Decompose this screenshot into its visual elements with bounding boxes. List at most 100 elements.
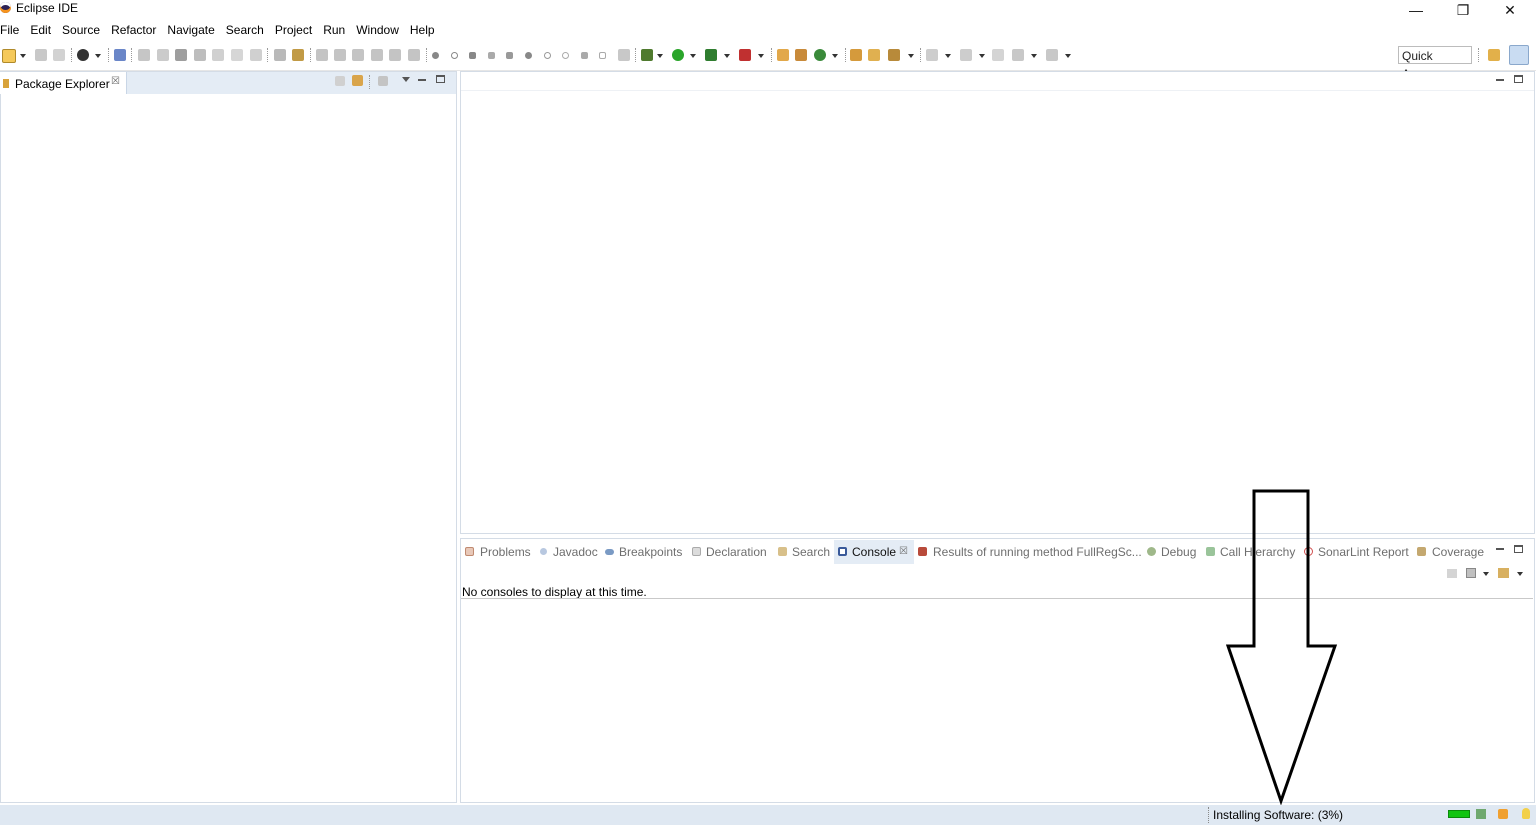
open-task-icon[interactable] [868, 49, 880, 61]
menu-project[interactable]: Project [275, 21, 312, 40]
tab-coverage[interactable]: Coverage [1432, 545, 1484, 559]
progress-view-icon[interactable] [1476, 809, 1486, 819]
menu-file[interactable]: File [0, 21, 19, 40]
drop-to-frame-icon[interactable] [274, 49, 286, 61]
run-icon[interactable] [672, 49, 684, 61]
menu-refactor[interactable]: Refactor [111, 21, 156, 40]
toolbar-tool-icon[interactable] [451, 52, 458, 59]
save-all-icon[interactable] [53, 49, 65, 61]
chevron-down-icon[interactable] [945, 54, 951, 58]
step-into-icon[interactable] [212, 49, 224, 61]
display-selected-console-icon[interactable] [1466, 568, 1476, 578]
toolbar-tool-icon[interactable] [506, 52, 513, 59]
toolbar-tool-icon[interactable] [488, 52, 495, 59]
focus-on-task-icon[interactable] [378, 76, 388, 86]
chevron-down-icon[interactable] [979, 54, 985, 58]
maximize-view-icon[interactable] [436, 75, 445, 83]
tab-debug[interactable]: Debug [1161, 545, 1196, 559]
toolbar-tool-icon[interactable] [562, 52, 569, 59]
collapse-all-icon[interactable] [335, 76, 345, 86]
toolbar-tool-icon[interactable] [316, 49, 328, 61]
toolbar-tool-icon[interactable] [352, 49, 364, 61]
tab-breakpoints[interactable]: Breakpoints [619, 545, 682, 559]
new-java-project-icon[interactable] [777, 49, 789, 61]
publish-icon[interactable] [77, 49, 89, 61]
toolbar-tool-icon[interactable] [334, 49, 346, 61]
menu-source[interactable]: Source [62, 21, 100, 40]
chevron-down-icon[interactable] [908, 54, 914, 58]
tip-lightbulb-icon[interactable] [1522, 808, 1530, 819]
toolbar-tool-icon[interactable] [408, 49, 420, 61]
next-annotation-icon[interactable] [926, 49, 938, 61]
save-icon[interactable] [35, 49, 47, 61]
menu-navigate[interactable]: Navigate [167, 21, 214, 40]
notification-icon[interactable] [1498, 809, 1508, 819]
close-button[interactable]: ✕ [1490, 0, 1530, 20]
menu-search[interactable]: Search [226, 21, 264, 40]
menu-help[interactable]: Help [410, 21, 435, 40]
close-icon[interactable]: ☒ [111, 76, 120, 87]
tab-declaration[interactable]: Declaration [706, 545, 767, 559]
minimize-editor-icon[interactable] [1496, 79, 1504, 81]
new-icon[interactable] [2, 49, 16, 63]
toolbar-tool-icon[interactable] [432, 52, 439, 59]
progress-status-text[interactable]: Installing Software: (3%) [1213, 808, 1343, 822]
toolbar-tool-icon[interactable] [544, 52, 551, 59]
view-menu-icon[interactable] [402, 77, 410, 82]
previous-annotation-icon[interactable] [960, 49, 972, 61]
terminate-icon[interactable] [175, 49, 187, 61]
toolbar-tool-icon[interactable] [599, 52, 606, 59]
new-java-class-icon[interactable] [814, 49, 826, 61]
toolbar-tool-icon[interactable] [389, 49, 401, 61]
quick-access-field[interactable]: Quick Access [1398, 46, 1472, 81]
chevron-down-icon[interactable] [690, 54, 696, 58]
chevron-down-icon[interactable] [20, 54, 26, 58]
chevron-down-icon[interactable] [1483, 572, 1489, 576]
coverage-run-icon[interactable] [705, 49, 717, 61]
skip-breakpoints-icon[interactable] [114, 49, 126, 61]
menu-run[interactable]: Run [323, 21, 345, 40]
open-perspective-icon[interactable] [1488, 49, 1500, 61]
chevron-down-icon[interactable] [758, 54, 764, 58]
tab-junit-results[interactable]: Results of running method FullRegSc... [933, 545, 1142, 559]
toolbar-tool-icon[interactable] [469, 52, 476, 59]
progress-bar[interactable] [1448, 810, 1470, 818]
external-tools-icon[interactable] [739, 49, 751, 61]
menu-edit[interactable]: Edit [30, 21, 51, 40]
close-icon[interactable]: ☒ [899, 546, 908, 557]
tab-search[interactable]: Search [792, 545, 830, 559]
minimize-view-icon[interactable] [1496, 548, 1504, 550]
last-edit-location-icon[interactable] [992, 49, 1004, 61]
chevron-down-icon[interactable] [1517, 572, 1523, 576]
step-over-icon[interactable] [231, 49, 243, 61]
step-return-icon[interactable] [250, 49, 262, 61]
toolbar-tool-icon[interactable] [371, 49, 383, 61]
link-with-editor-icon[interactable] [352, 75, 363, 86]
tab-console[interactable]: Console [852, 545, 896, 559]
resume-icon[interactable] [138, 49, 150, 61]
toolbar-tool-icon[interactable] [618, 49, 630, 61]
chevron-down-icon[interactable] [95, 54, 101, 58]
new-java-package-icon[interactable] [795, 49, 807, 61]
back-arrow-icon[interactable] [1012, 49, 1024, 61]
toolbar-tool-icon[interactable] [581, 52, 588, 59]
java-perspective-icon[interactable] [1509, 45, 1529, 65]
open-console-icon[interactable] [1498, 568, 1509, 578]
maximize-view-icon[interactable] [1514, 545, 1523, 553]
chevron-down-icon[interactable] [832, 54, 838, 58]
debug-icon[interactable] [641, 49, 653, 61]
restore-button[interactable]: ❐ [1443, 0, 1483, 20]
chevron-down-icon[interactable] [1031, 54, 1037, 58]
use-step-filters-icon[interactable] [292, 49, 304, 61]
menu-window[interactable]: Window [356, 21, 399, 40]
toolbar-tool-icon[interactable] [525, 52, 532, 59]
suspend-icon[interactable] [157, 49, 169, 61]
maximize-editor-icon[interactable] [1514, 75, 1523, 83]
tab-javadoc[interactable]: Javadoc [553, 545, 598, 559]
pin-console-icon[interactable] [1447, 569, 1457, 578]
chevron-down-icon[interactable] [657, 54, 663, 58]
disconnect-icon[interactable] [194, 49, 206, 61]
chevron-down-icon[interactable] [724, 54, 730, 58]
search-icon[interactable] [888, 49, 900, 61]
open-type-icon[interactable] [850, 49, 862, 61]
